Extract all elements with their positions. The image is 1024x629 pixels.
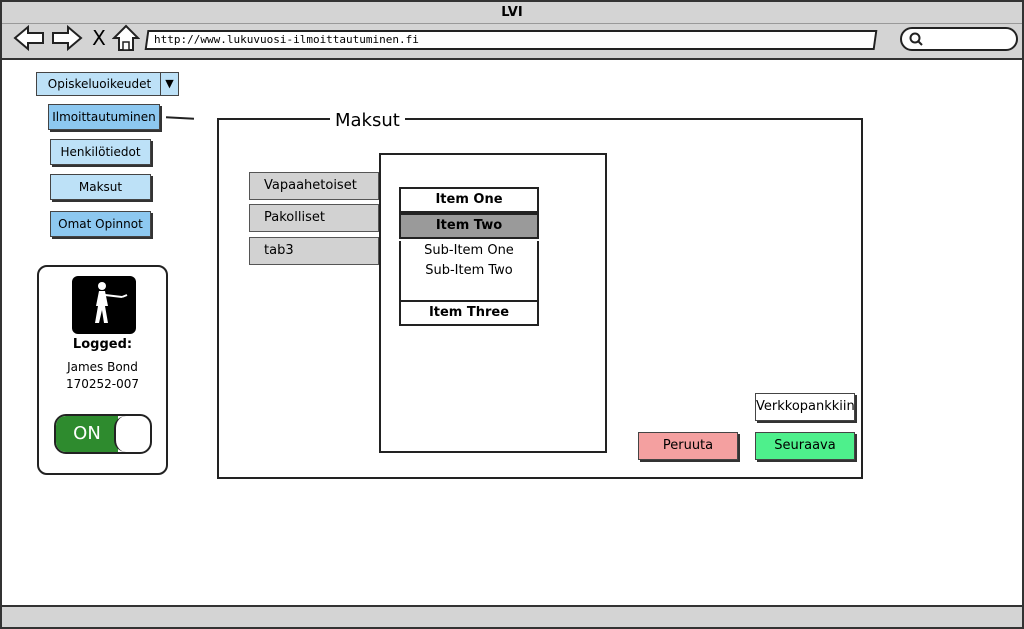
user-card: Logged: James Bond 170252-007 ON	[37, 265, 168, 475]
user-name: James Bond	[67, 360, 138, 374]
login-toggle[interactable]: ON	[54, 414, 152, 454]
program-dropdown[interactable]: Opiskeluoikeudet ▼	[36, 72, 179, 96]
back-arrow-icon[interactable]	[12, 24, 46, 52]
active-item-connector	[165, 116, 195, 120]
url-input[interactable]: http://www.lukuvuosi-ilmoittautuminen.fi	[144, 30, 878, 50]
chevron-down-icon[interactable]: ▼	[160, 73, 178, 95]
search-icon	[908, 31, 924, 51]
sub-item-two[interactable]: Sub-Item Two	[401, 261, 537, 281]
sidebar-item-omat-opinnot[interactable]: Omat Opinnot	[50, 211, 151, 237]
sidebar-item-ilmoittautuminen[interactable]: Ilmoittautuminen	[48, 104, 160, 130]
sub-item-one[interactable]: Sub-Item One	[401, 241, 537, 261]
bank-button[interactable]: Verkkopankkiin	[755, 393, 855, 421]
browser-toolbar: X http://www.lukuvuosi-ilmoittautuminen.…	[2, 24, 1022, 60]
avatar	[72, 276, 136, 334]
accordion-item-one[interactable]: Item One	[399, 187, 539, 213]
tab-3[interactable]: tab3	[249, 237, 379, 265]
accordion-sub-list: Sub-Item One Sub-Item Two	[399, 241, 539, 301]
status-bar	[2, 605, 1022, 627]
logged-label: Logged:	[72, 337, 133, 352]
search-input[interactable]	[900, 27, 1018, 51]
accordion-item-two[interactable]: Item Two	[399, 213, 539, 239]
stop-icon[interactable]: X	[88, 24, 110, 52]
cancel-button[interactable]: Peruuta	[638, 432, 738, 460]
home-icon[interactable]	[111, 24, 146, 52]
toggle-on-label: ON	[56, 416, 118, 452]
browser-window: LVI X http://www.lukuvuosi-ilmoittautumi…	[0, 0, 1024, 629]
sidebar-item-maksut[interactable]: Maksut	[50, 174, 151, 200]
forward-arrow-icon[interactable]	[50, 24, 84, 52]
url-text: http://www.lukuvuosi-ilmoittautuminen.fi	[154, 33, 419, 46]
user-id: 170252-007	[65, 377, 140, 391]
tab-vapaaehtoiset[interactable]: Vapaahetoiset	[249, 172, 379, 200]
accordion-item-three[interactable]: Item Three	[399, 300, 539, 326]
tab-pakolliset[interactable]: Pakolliset	[249, 204, 379, 232]
program-dropdown-label: Opiskeluoikeudet	[47, 77, 152, 91]
next-button[interactable]: Seuraava	[755, 432, 855, 460]
sidebar-item-henkilotiedot[interactable]: Henkilötiedot	[50, 139, 151, 165]
toggle-knob[interactable]	[114, 416, 150, 452]
window-title: LVI	[2, 2, 1022, 24]
panel-title: Maksut	[330, 110, 405, 131]
